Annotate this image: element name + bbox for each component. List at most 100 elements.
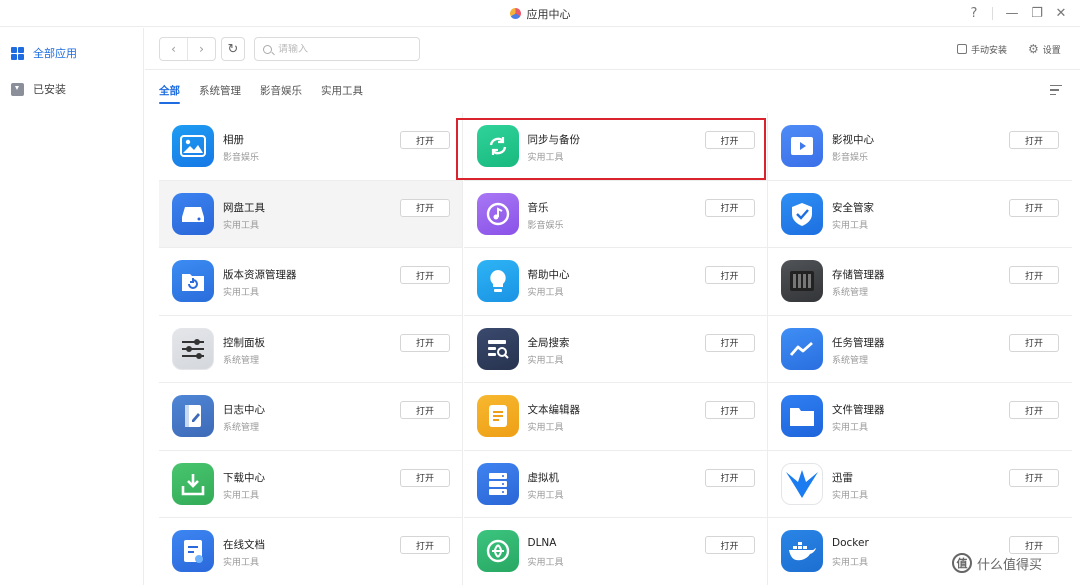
open-button[interactable]: 打开 [1009, 266, 1059, 284]
open-button[interactable]: 打开 [1009, 131, 1059, 149]
nav-buttons: ‹ › [159, 37, 216, 61]
app-name: 任务管理器 [832, 336, 885, 349]
app-category: 实用工具 [527, 153, 564, 163]
app-card[interactable]: 文本编辑器 实用工具 打开 [463, 383, 768, 451]
watermark-text: 什么值得买 [977, 557, 1043, 573]
app-category: 实用工具 [527, 558, 564, 568]
manual-install-button[interactable]: 手动安装 [957, 37, 1007, 61]
toolbar: ‹ › ↻ 手动安装 ⚙ 设置 [145, 28, 1080, 70]
app-category: 实用工具 [223, 220, 260, 231]
tab-utilities[interactable]: 实用工具 [321, 83, 363, 103]
search-box[interactable] [254, 37, 420, 61]
app-category: 系统管理 [223, 355, 260, 366]
forward-button[interactable]: › [187, 38, 215, 60]
app-name: 版本资源管理器 [223, 269, 297, 281]
app-name: 影视中心 [832, 134, 874, 146]
open-button[interactable]: 打开 [400, 536, 450, 554]
open-button[interactable]: 打开 [704, 131, 755, 149]
tab-all[interactable]: 全部 [159, 83, 180, 104]
app-name: 相册 [223, 134, 244, 146]
open-button[interactable]: 打开 [400, 266, 450, 284]
app-category: 实用工具 [527, 423, 564, 433]
sync-icon [476, 125, 519, 167]
app-card[interactable]: 影视中心 影音娱乐 打开 [768, 113, 1072, 181]
open-button[interactable]: 打开 [704, 198, 755, 217]
app-name: 存储管理器 [832, 269, 885, 281]
open-button[interactable]: 打开 [400, 333, 450, 352]
close-button[interactable]: ✕ [1049, 0, 1073, 27]
app-category: 实用工具 [223, 490, 260, 501]
restore-button[interactable]: ❐ [1025, 0, 1049, 27]
open-button[interactable]: 打开 [704, 401, 755, 419]
open-button[interactable]: 打开 [400, 401, 450, 419]
app-card[interactable]: 虚拟机 实用工具 打开 [463, 450, 768, 518]
app-name: 虚拟机 [527, 471, 560, 484]
sidebar-item-all-apps[interactable]: 全部应用 [0, 35, 143, 71]
app-card[interactable]: 相册 影音娱乐 打开 [159, 113, 463, 181]
window-title: 应用中心 [526, 7, 571, 21]
back-button[interactable]: ‹ [160, 38, 187, 60]
shield-icon [781, 192, 823, 235]
app-name: 在线文档 [223, 539, 265, 551]
settings-button[interactable]: ⚙ 设置 [1028, 37, 1061, 61]
app-card[interactable]: 安全管家实用工具 打开 [768, 181, 1072, 248]
app-card[interactable]: 迅雷 实用工具 打开 [768, 451, 1072, 518]
open-button[interactable]: 打开 [704, 266, 755, 284]
app-card[interactable]: 全局搜索 实用工具 打开 [463, 315, 768, 383]
settings-label: 设置 [1042, 45, 1061, 56]
open-button[interactable]: 打开 [1009, 401, 1059, 419]
app-card[interactable]: 下载中心 实用工具 打开 [159, 450, 463, 518]
app-card[interactable]: 帮助中心 实用工具 打开 [463, 248, 768, 316]
tab-system-management[interactable]: 系统管理 [199, 83, 241, 103]
app-name: DLNA [527, 537, 557, 549]
storage-icon [781, 260, 823, 302]
app-category: 系统管理 [832, 355, 869, 366]
app-center-logo-icon [509, 8, 521, 19]
open-button[interactable]: 打开 [400, 468, 450, 487]
app-name: 帮助中心 [527, 269, 570, 281]
thunder-bird-icon [781, 462, 823, 505]
app-card[interactable]: 版本资源管理器 实用工具 打开 [159, 248, 463, 316]
dlna-icon [476, 530, 519, 572]
app-card[interactable]: 控制面板 系统管理 打开 [159, 315, 463, 383]
refresh-button[interactable]: ↻ [221, 37, 245, 61]
sidebar: 全部应用 已安装 [0, 28, 144, 585]
app-card[interactable]: 网盘工具 实用工具 打开 [159, 180, 463, 248]
app-category: 实用工具 [832, 423, 869, 433]
app-card[interactable]: 文件管理器实用工具 打开 [768, 383, 1072, 451]
app-name: Docker [832, 537, 869, 549]
app-card[interactable]: 存储管理器 系统管理 打开 [768, 248, 1072, 316]
music-icon [476, 192, 519, 235]
sidebar-item-installed[interactable]: 已安装 [0, 71, 143, 107]
app-card[interactable]: 音乐 影音娱乐 打开 [463, 180, 768, 248]
app-category: 系统管理 [223, 423, 260, 433]
app-card[interactable]: DLNA 实用工具 打开 [463, 518, 768, 585]
app-category: 实用工具 [223, 558, 260, 568]
open-button[interactable]: 打开 [1009, 333, 1059, 352]
doc-icon [172, 530, 214, 572]
open-button[interactable]: 打开 [400, 198, 450, 217]
app-card[interactable]: 任务管理器系统管理 打开 [768, 316, 1072, 383]
app-name: 安全管家 [832, 201, 874, 214]
title-bar: 应用中心 ? — ❐ ✕ [0, 0, 1080, 27]
search-input[interactable] [278, 43, 408, 55]
app-card[interactable]: 在线文档实用工具 打开 [159, 518, 463, 585]
watermark-logo-icon: 值 [952, 553, 972, 573]
open-button[interactable]: 打开 [1009, 198, 1059, 217]
category-tabs: 全部 系统管理 影音娱乐 实用工具 [145, 71, 1080, 109]
open-button[interactable]: 打开 [704, 333, 755, 352]
open-button[interactable]: 打开 [704, 468, 755, 487]
app-card[interactable]: 同步与备份 实用工具 打开 [463, 113, 768, 181]
open-button[interactable]: 打开 [400, 131, 450, 149]
minimize-button[interactable]: — [1000, 0, 1024, 27]
app-name: 文件管理器 [832, 404, 885, 416]
download-icon [11, 82, 24, 96]
app-card[interactable]: 日志中心 系统管理 打开 [159, 383, 463, 451]
help-button[interactable]: ? [962, 0, 986, 27]
tab-media-entertainment[interactable]: 影音娱乐 [260, 83, 302, 103]
open-button[interactable]: 打开 [1009, 468, 1059, 487]
sort-list-icon[interactable] [1050, 85, 1062, 97]
open-button[interactable]: 打开 [704, 536, 755, 554]
server-icon [476, 462, 519, 505]
app-category: 实用工具 [832, 220, 869, 231]
